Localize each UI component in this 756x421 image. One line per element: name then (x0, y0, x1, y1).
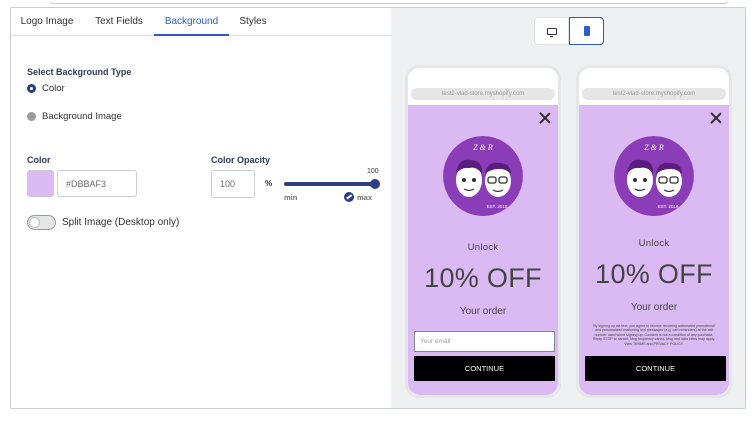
background-type-title: Select Background Type (27, 67, 132, 77)
background-settings-panel: Logo Image Text Fields Background Styles… (10, 7, 746, 409)
top-border (49, 0, 729, 4)
mobile-icon (583, 26, 590, 36)
tab-background[interactable]: Background (154, 8, 229, 36)
preview-continue-button[interactable]: CONTINUE (585, 356, 726, 381)
svg-text:Z & R: Z & R (644, 143, 664, 152)
brand-logo: Z & R EST. 2018 (614, 136, 694, 216)
preview-url-bar: test2-vlad-store.myshopify.com (582, 88, 726, 100)
color-label: Color (27, 155, 51, 165)
toggle-knob (29, 217, 40, 228)
paint-bucket-icon (344, 192, 354, 202)
opacity-input[interactable] (211, 170, 255, 198)
radio-selected-icon[interactable] (27, 84, 36, 93)
color-hex-input[interactable] (57, 170, 137, 197)
tab-bar: Logo Image Text Fields Background Styles (11, 8, 391, 36)
color-swatch[interactable] (27, 170, 54, 197)
preview-headline: 10% OFF (595, 259, 713, 289)
svg-text:EST. 2018: EST. 2018 (487, 204, 508, 209)
svg-text:EST. 2018: EST. 2018 (658, 204, 679, 209)
opacity-unit: % (265, 179, 273, 188)
split-image-label: Split Image (Desktop only) (62, 217, 180, 228)
tab-text-fields[interactable]: Text Fields (83, 8, 155, 36)
close-icon[interactable] (709, 111, 723, 125)
mobile-view-button[interactable] (569, 17, 604, 45)
radio-color-label: Color (42, 83, 65, 94)
slider-max-text: max (357, 192, 373, 202)
split-image-toggle-row[interactable]: Split Image (Desktop only) (27, 215, 179, 230)
close-icon[interactable] (538, 111, 552, 125)
radio-background-image[interactable]: Background Image (27, 111, 122, 122)
popup-preview: Z & R EST. 2018 Unlock 10% OFF Your orde… (579, 105, 729, 395)
opacity-slider-track[interactable] (284, 182, 376, 186)
phone-preview-email: test2-vlad-store.myshopify.com Z & R EST… (405, 65, 561, 398)
tab-styles[interactable]: Styles (229, 8, 277, 36)
color-opacity-label: Color Opacity (211, 155, 271, 165)
brand-logo: Z & R EST. 2018 (443, 136, 523, 216)
radio-background-image-label: Background Image (42, 111, 122, 122)
popup-preview: Z & R EST. 2018 Unlock 10% OFF Your orde… (408, 105, 558, 395)
preview-column: test2-vlad-store.myshopify.com Z & R EST… (391, 8, 745, 408)
preview-unlock-text: Unlock (638, 238, 670, 249)
desktop-view-button[interactable] (534, 17, 569, 45)
svg-text:Z & R: Z & R (473, 143, 493, 152)
opacity-slider-thumb[interactable] (370, 179, 380, 189)
radio-color[interactable]: Color (27, 83, 65, 94)
device-switch (534, 17, 604, 45)
slider-min-label: min (284, 193, 298, 202)
preview-subtext: Your order (459, 306, 507, 317)
preview-subtext: Your order (630, 302, 678, 313)
preview-url-bar: test2-vlad-store.myshopify.com (411, 88, 555, 100)
preview-continue-button[interactable]: CONTINUE (414, 356, 555, 381)
slider-value-label: 100 (367, 168, 379, 175)
preview-legal-text: By signing up via text, you agree to rec… (592, 324, 716, 346)
slider-max-label: max (344, 192, 372, 202)
preview-headline: 10% OFF (424, 263, 542, 293)
preview-unlock-text: Unlock (467, 242, 499, 253)
split-image-toggle[interactable] (27, 215, 56, 230)
phone-preview-sms: test2-vlad-store.myshopify.com Z & R EST… (576, 65, 732, 398)
tab-logo-image[interactable]: Logo Image (11, 8, 83, 36)
desktop-icon (546, 27, 557, 37)
radio-unselected-icon[interactable] (27, 112, 36, 121)
preview-email-field[interactable]: Your email (414, 331, 555, 352)
settings-column: Logo Image Text Fields Background Styles… (11, 8, 391, 408)
